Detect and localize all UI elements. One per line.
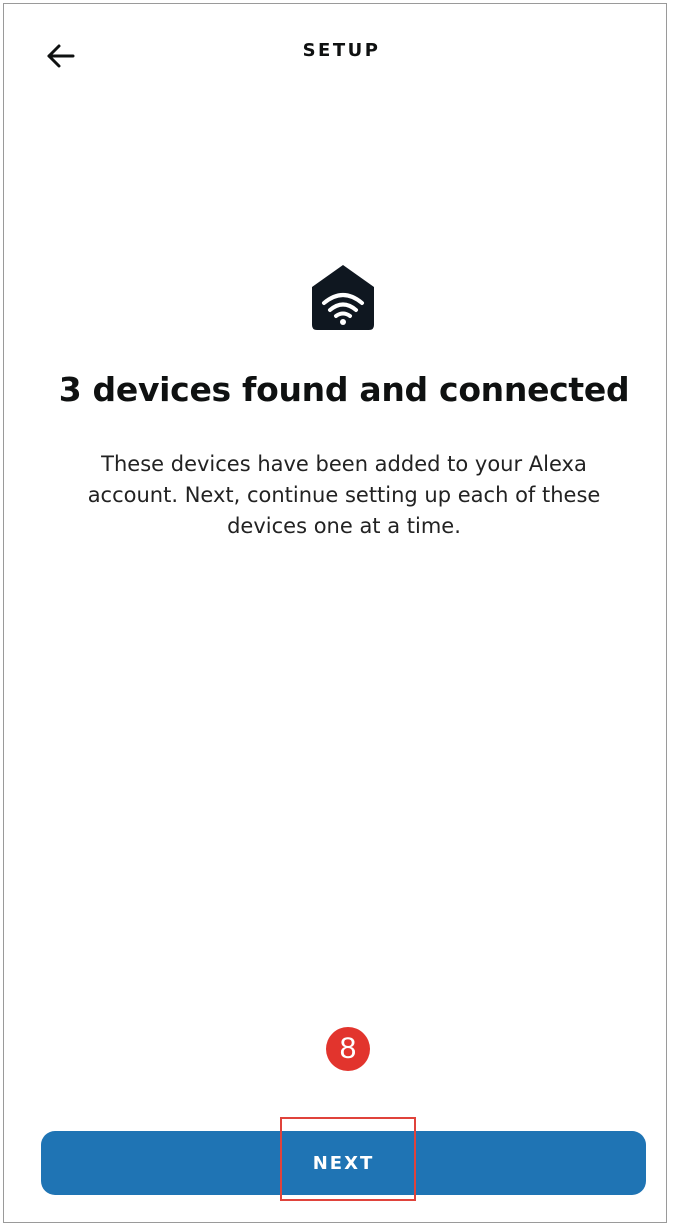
smart-home-wifi-icon: [312, 265, 374, 330]
headline: 3 devices found and connected: [58, 370, 630, 409]
step-number-badge: 8: [326, 1027, 370, 1071]
description-text: These devices have been added to your Al…: [87, 452, 601, 538]
highlight-annotation-box: [280, 1117, 416, 1201]
page-title: SETUP: [302, 40, 381, 61]
app-screen: SETUP 3 devices found and connected Thes…: [3, 3, 667, 1223]
